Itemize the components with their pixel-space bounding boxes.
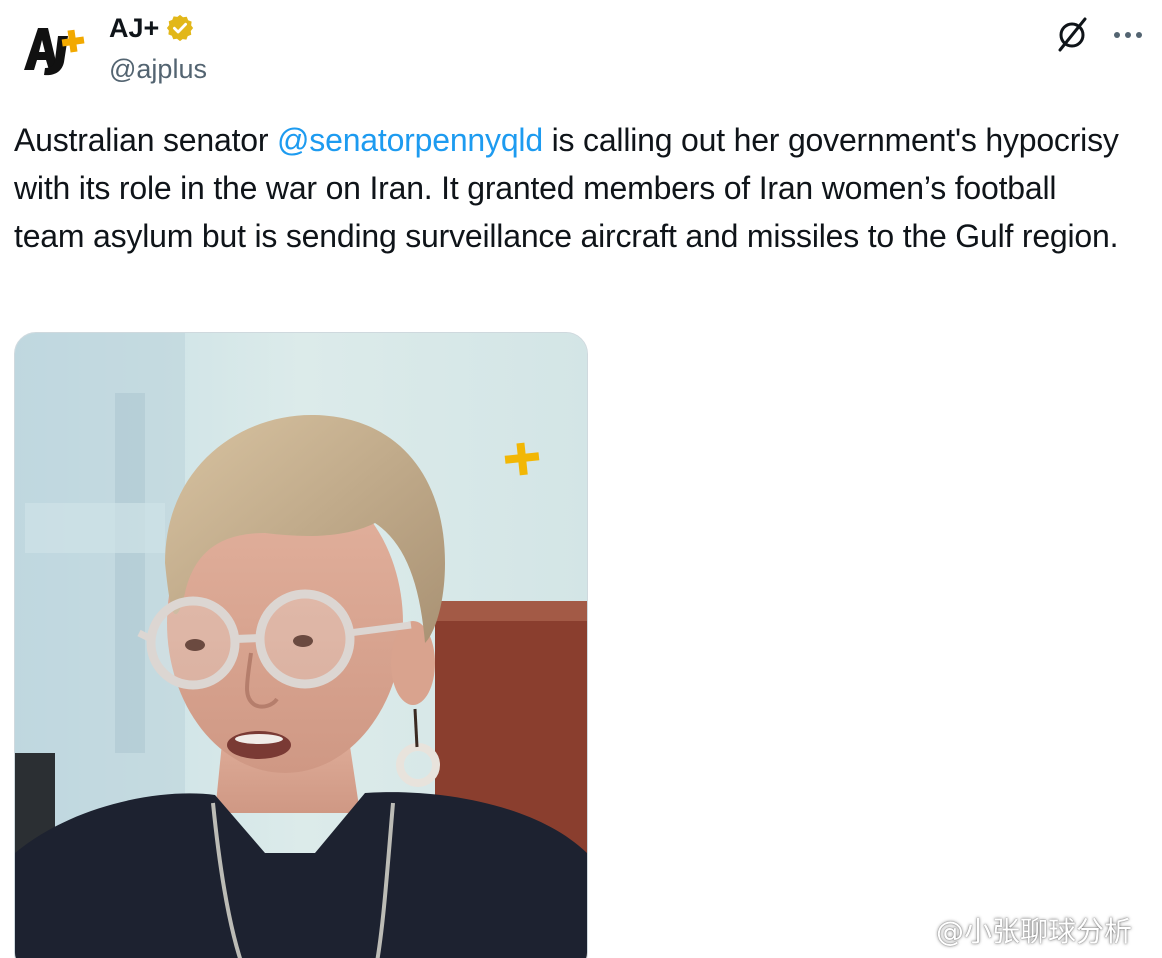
author-handle[interactable]: @ajplus	[109, 51, 207, 87]
post-text-lead: Australian senator	[14, 122, 278, 158]
post-header: AJ+ @ajplus	[0, 0, 1162, 100]
weibo-logo-icon	[890, 917, 930, 947]
verified-badge-icon	[167, 14, 194, 42]
video-frame-image	[15, 333, 587, 958]
post-text: Australian senator @senatorpennyqld is c…	[14, 116, 1134, 260]
weibo-watermark: @小张聊球分析	[890, 908, 1132, 952]
author-name[interactable]: AJ+	[109, 10, 195, 46]
more-ellipsis-icon[interactable]	[1108, 14, 1148, 54]
grok-slashed-circle-icon[interactable]	[1052, 14, 1092, 54]
post-video-thumbnail[interactable]	[14, 332, 588, 958]
aj-plus-video-logo-icon	[504, 442, 540, 476]
post: AJ+ @ajplus Australian senator @senatorp…	[0, 0, 1162, 958]
watermark-text: @小张聊球分析	[936, 915, 1133, 948]
mention-link[interactable]: @senatorpennyqld	[277, 122, 543, 158]
ajplus-avatar[interactable]	[18, 18, 88, 80]
author-name-text[interactable]: AJ+	[109, 10, 159, 46]
